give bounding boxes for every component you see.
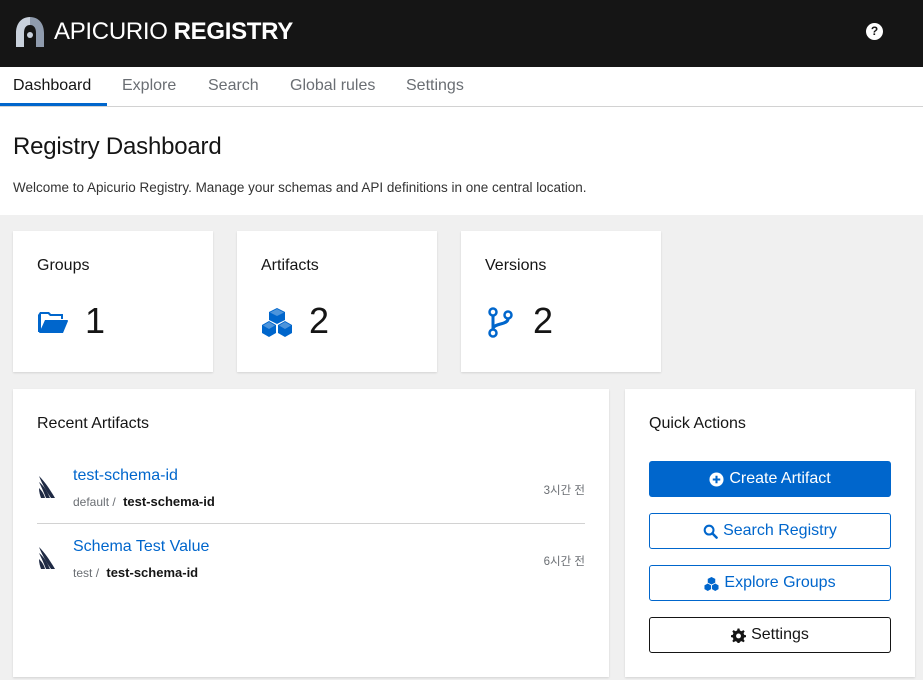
quick-actions-title: Quick Actions: [649, 415, 746, 432]
artifact-timestamp: 3시간 전: [543, 485, 585, 497]
tab-dashboard[interactable]: Dashboard: [13, 67, 91, 107]
settings-label: Settings: [751, 626, 809, 643]
artifact-path: default / test-schema-id: [73, 494, 215, 509]
stat-value: 2: [309, 300, 330, 341]
stat-card-artifacts[interactable]: Artifacts 2: [237, 231, 437, 372]
tab-settings[interactable]: Settings: [406, 67, 464, 107]
search-registry-button[interactable]: Search Registry: [649, 513, 891, 549]
main-nav-tabs: Dashboard Explore Search Global rules Se…: [0, 67, 923, 107]
quick-actions-card: Quick Actions Create Artifact Search Reg…: [625, 389, 915, 677]
avro-wing-icon: [39, 476, 55, 498]
artifact-id: test-schema-id: [106, 565, 199, 580]
stat-label: Groups: [37, 257, 90, 274]
page-header: Registry Dashboard Welcome to Apicurio R…: [0, 107, 923, 215]
explore-groups-button[interactable]: Explore Groups: [649, 565, 891, 601]
tab-global-rules[interactable]: Global rules: [290, 67, 375, 107]
gear-icon: [731, 627, 747, 643]
active-tab-indicator: [0, 103, 107, 106]
artifact-timestamp: 6시간 전: [543, 556, 585, 568]
cubes-icon: [704, 576, 719, 591]
explore-groups-label: Explore Groups: [724, 574, 836, 591]
path-separator: /: [95, 566, 100, 580]
artifact-path: test / test-schema-id: [73, 565, 198, 580]
folder-open-icon: [38, 312, 68, 333]
brand-name-light: APICURIO: [54, 18, 168, 45]
list-item: Schema Test Value test / test-schema-id …: [37, 529, 585, 595]
create-artifact-button[interactable]: Create Artifact: [649, 461, 891, 497]
settings-button[interactable]: Settings: [649, 617, 891, 653]
plus-circle-icon: [709, 471, 724, 487]
stat-label: Versions: [485, 257, 547, 274]
apicurio-logo[interactable]: APICURIO REGISTRY: [14, 14, 293, 50]
artifact-link[interactable]: test-schema-id: [73, 467, 178, 485]
avro-wing-icon: [39, 547, 55, 569]
apicurio-logo-icon: [16, 17, 44, 47]
stat-card-groups[interactable]: Groups 1: [13, 231, 213, 372]
tab-search[interactable]: Search: [208, 67, 259, 107]
page-title: Registry Dashboard: [13, 133, 222, 160]
cubes-icon: [262, 308, 292, 337]
question-circle-icon[interactable]: ?: [866, 23, 883, 40]
stat-label: Artifacts: [261, 257, 319, 274]
stat-value: 2: [533, 300, 554, 341]
search-icon: [703, 524, 718, 539]
artifact-link[interactable]: Schema Test Value: [73, 538, 209, 556]
artifact-group[interactable]: default: [73, 495, 109, 509]
code-branch-icon: [488, 307, 513, 338]
masthead: APICURIO REGISTRY ?: [0, 0, 923, 67]
page-description: Welcome to Apicurio Registry. Manage you…: [13, 180, 587, 195]
list-item: test-schema-id default / test-schema-id …: [37, 458, 585, 524]
create-artifact-label: Create Artifact: [729, 470, 831, 487]
brand-name-bold: REGISTRY: [173, 18, 294, 45]
artifact-id: test-schema-id: [123, 494, 215, 509]
artifact-group[interactable]: test: [73, 566, 92, 580]
stat-value: 1: [85, 300, 106, 341]
tab-explore[interactable]: Explore: [122, 67, 176, 107]
stat-card-versions[interactable]: Versions 2: [461, 231, 661, 372]
recent-artifacts-title: Recent Artifacts: [37, 415, 150, 432]
path-separator: /: [112, 495, 116, 509]
search-registry-label: Search Registry: [723, 522, 837, 539]
brand-name: APICURIO REGISTRY: [54, 18, 293, 46]
recent-artifacts-card: Recent Artifacts test-schema-id default …: [13, 389, 609, 677]
